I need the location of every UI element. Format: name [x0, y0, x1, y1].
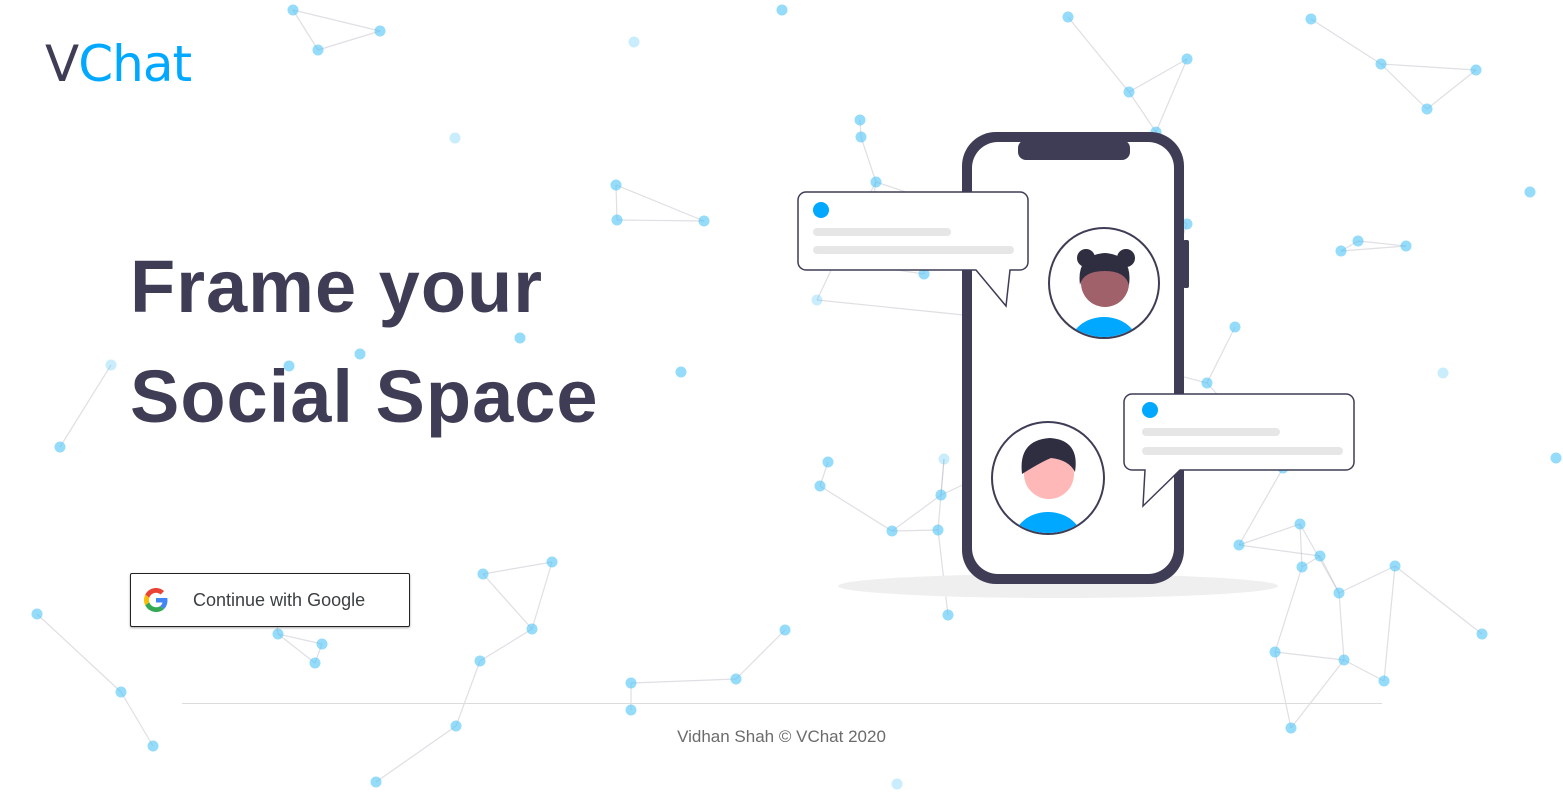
footer-copyright: Vidhan Shah © VChat 2020 [677, 727, 886, 746]
logo-suffix: Chat [78, 35, 192, 93]
network-edge [1274, 651, 1345, 661]
network-node [477, 568, 489, 580]
network-node [54, 441, 66, 453]
network-edge [317, 30, 381, 51]
network-edge [292, 9, 381, 32]
network-edge [1380, 63, 1428, 110]
network-node [316, 638, 328, 650]
network-edge [1128, 58, 1188, 93]
network-node [1123, 86, 1135, 98]
network-node [1378, 675, 1390, 687]
network-node [625, 704, 637, 716]
network-node [942, 609, 954, 621]
hero-line-1: Frame your [130, 245, 544, 328]
network-node [1524, 186, 1536, 198]
network-edge [630, 678, 737, 684]
network-node [272, 628, 284, 640]
network-edge [479, 628, 533, 662]
phone-notch [1018, 140, 1130, 160]
logo-prefix: V [45, 35, 79, 93]
network-node [31, 608, 43, 620]
network-edge [531, 561, 553, 630]
network-node [611, 214, 623, 226]
network-node [105, 359, 117, 371]
network-node [776, 4, 788, 16]
network-node [1375, 58, 1387, 70]
network-node [1062, 11, 1074, 23]
network-node [449, 132, 461, 144]
network-node [1421, 103, 1433, 115]
network-node [1389, 560, 1401, 572]
network-edge [1383, 565, 1396, 682]
network-node [309, 657, 321, 669]
network-node [779, 624, 791, 636]
network-node [891, 778, 903, 790]
network-node [1305, 13, 1317, 25]
network-edge [1310, 18, 1382, 65]
network-node [628, 36, 640, 48]
network-node [1269, 646, 1281, 658]
network-node [526, 623, 538, 635]
network-edge [1394, 565, 1483, 635]
vchat-logo: VChat [45, 34, 192, 94]
phone-side-button [1183, 240, 1189, 288]
continue-with-google-button[interactable]: Continue with Google [130, 573, 410, 627]
google-button-label: Continue with Google [193, 589, 366, 610]
network-edge [1426, 69, 1477, 110]
network-node [115, 686, 127, 698]
network-node [730, 673, 742, 685]
network-node [1181, 53, 1193, 65]
network-edge [482, 573, 533, 630]
network-node [610, 179, 622, 191]
hero-line-2: Social Space [130, 355, 599, 438]
network-node [287, 4, 299, 16]
network-edge [1290, 659, 1345, 729]
network-edge [482, 561, 553, 575]
network-node [312, 44, 324, 56]
network-edge [292, 9, 319, 51]
network-node [1550, 452, 1562, 464]
google-g-icon [144, 588, 168, 612]
network-edge [1274, 651, 1292, 729]
network-node [370, 776, 382, 788]
phone-chat-illustration [797, 132, 1355, 598]
network-node [625, 677, 637, 689]
network-edge [455, 660, 481, 727]
network-node [698, 215, 710, 227]
network-node [1437, 367, 1449, 379]
network-edge [59, 364, 112, 448]
network-node [1400, 240, 1412, 252]
network-edge [36, 613, 122, 693]
chat-bubble-right [1123, 393, 1355, 508]
network-edge [735, 629, 786, 680]
network-edge [1338, 592, 1345, 661]
chat-bubble-left [797, 191, 1029, 308]
network-edge [1343, 659, 1385, 682]
network-node [1470, 64, 1482, 76]
network-node [374, 25, 386, 37]
network-node [1476, 628, 1488, 640]
network-node [474, 655, 486, 667]
hero-headline: Frame your Social Space [130, 232, 599, 452]
network-node [675, 366, 687, 378]
network-edge [1067, 16, 1130, 93]
network-node [1338, 654, 1350, 666]
network-edge [615, 184, 705, 222]
network-node [546, 556, 558, 568]
network-edge [616, 219, 705, 222]
footer-divider [182, 703, 1382, 704]
network-edge [1380, 63, 1477, 71]
